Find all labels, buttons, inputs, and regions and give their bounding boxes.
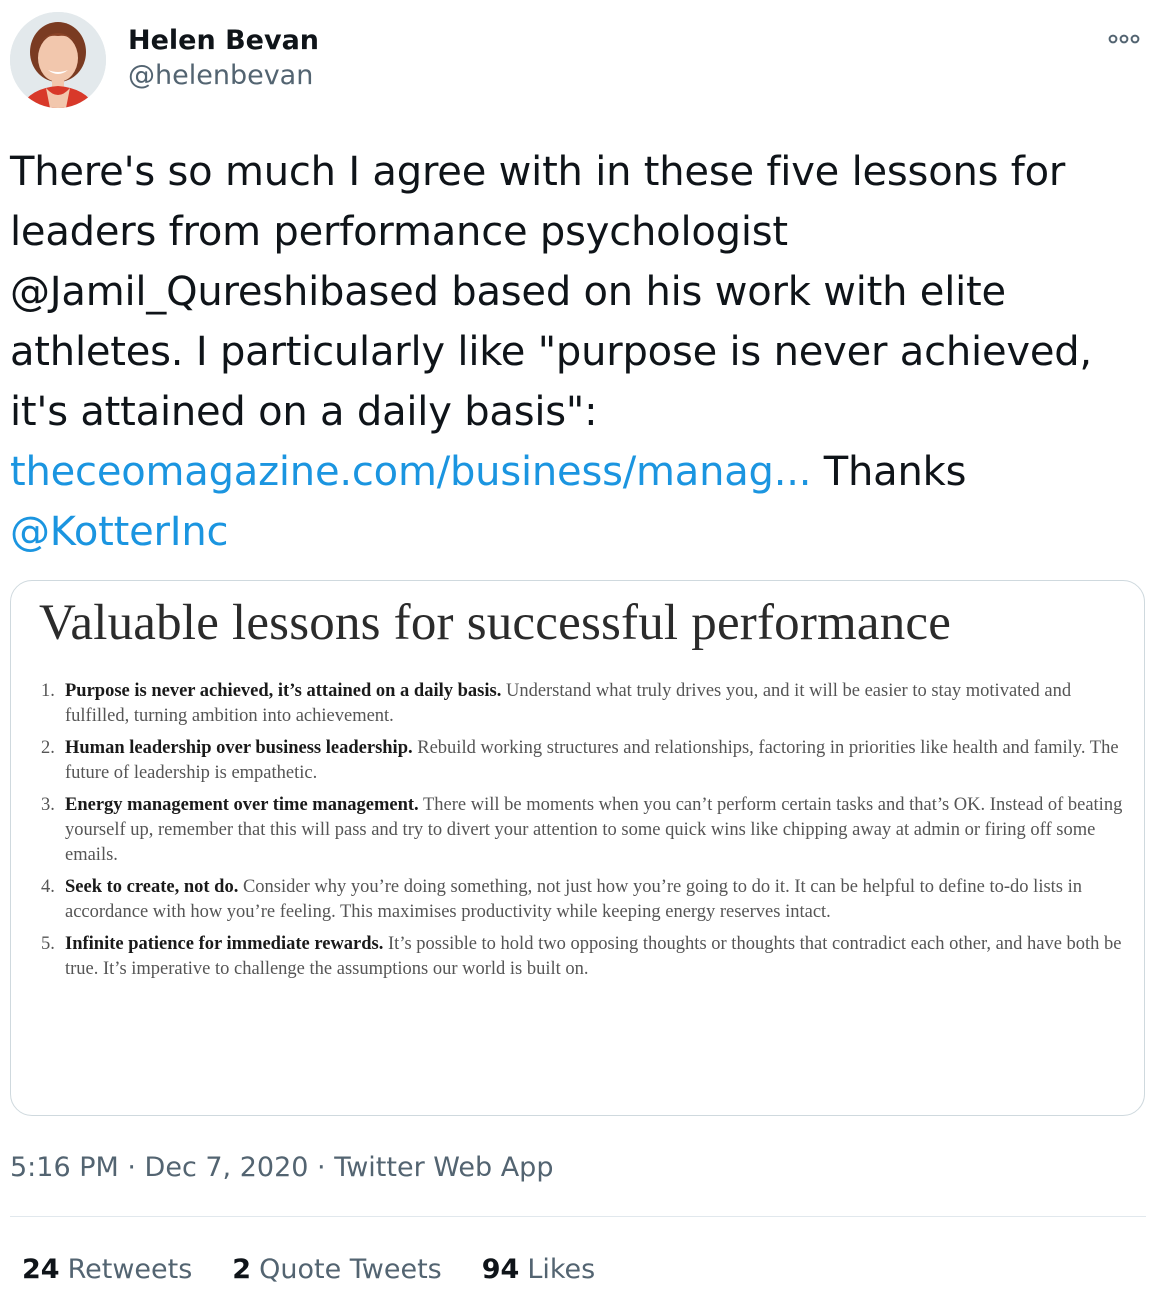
lessons-list: 1. Purpose is never achieved, it’s attain… [41, 679, 1126, 989]
lesson-number: 3. [41, 795, 55, 815]
tweet-media-image[interactable]: Valuable lessons for successful performa… [10, 580, 1145, 1116]
tweet-time[interactable]: 5:16 PM [10, 1152, 119, 1183]
divider [10, 1216, 1146, 1217]
lesson-heading: Seek to create, not do. [65, 877, 239, 897]
quote-tweets-count: 2 [232, 1254, 252, 1285]
article-link[interactable]: theceomagazine.com/business/manag... [10, 449, 811, 495]
profile-photo-icon [10, 12, 106, 108]
more-options-icon [1108, 34, 1140, 44]
avatar[interactable] [10, 12, 106, 108]
author-info: Helen Bevan @helenbevan [128, 24, 319, 94]
list-item: 2. Human leadership over business leaders… [41, 736, 1126, 786]
tweet-text-thanks: Thanks [811, 449, 967, 495]
tweet-text: There's so much I agree with in these fi… [10, 142, 1150, 562]
engagement-stats: 24 Retweets 2 Quote Tweets 94 Likes [22, 1250, 635, 1290]
lesson-heading: Energy management over time management. [65, 795, 419, 815]
lesson-heading: Human leadership over business leadershi… [65, 738, 413, 758]
tweet-date[interactable]: Dec 7, 2020 [145, 1152, 309, 1183]
display-name[interactable]: Helen Bevan [128, 24, 319, 58]
lesson-number: 1. [41, 681, 55, 701]
tweet-header: Helen Bevan @helenbevan [10, 12, 1150, 112]
likes-stat[interactable]: 94 Likes [482, 1250, 595, 1290]
meta-separator: · [308, 1152, 335, 1183]
quote-tweets-label: Quote Tweets [259, 1254, 442, 1285]
lesson-number: 4. [41, 877, 55, 897]
list-item: 1. Purpose is never achieved, it’s attain… [41, 679, 1126, 729]
more-options-button[interactable] [1106, 26, 1142, 50]
lesson-number: 5. [41, 934, 55, 954]
quote-tweets-stat[interactable]: 2 Quote Tweets [232, 1250, 441, 1290]
retweets-count: 24 [22, 1254, 60, 1285]
tweet-metadata: 5:16 PM · Dec 7, 2020 · Twitter Web App [10, 1148, 553, 1188]
retweets-stat[interactable]: 24 Retweets [22, 1250, 192, 1290]
media-title: Valuable lessons for successful performa… [39, 595, 952, 651]
tweet-source[interactable]: Twitter Web App [334, 1152, 553, 1183]
meta-separator: · [118, 1152, 145, 1183]
lesson-heading: Purpose is never achieved, it’s attained… [65, 681, 502, 701]
list-item: 3. Energy management over time management… [41, 793, 1126, 868]
mention-link[interactable]: @KotterInc [10, 509, 228, 555]
list-item: 4. Seek to create, not do. Consider why y… [41, 875, 1126, 925]
retweets-label: Retweets [67, 1254, 193, 1285]
likes-label: Likes [527, 1254, 596, 1285]
likes-count: 94 [481, 1254, 520, 1285]
tweet-text-body: There's so much I agree with in these fi… [10, 149, 1092, 435]
list-item: 5. Infinite patience for immediate reward… [41, 932, 1126, 982]
lesson-number: 2. [41, 738, 55, 758]
lesson-heading: Infinite patience for immediate rewards. [65, 934, 384, 954]
user-handle[interactable]: @helenbevan [128, 58, 319, 94]
